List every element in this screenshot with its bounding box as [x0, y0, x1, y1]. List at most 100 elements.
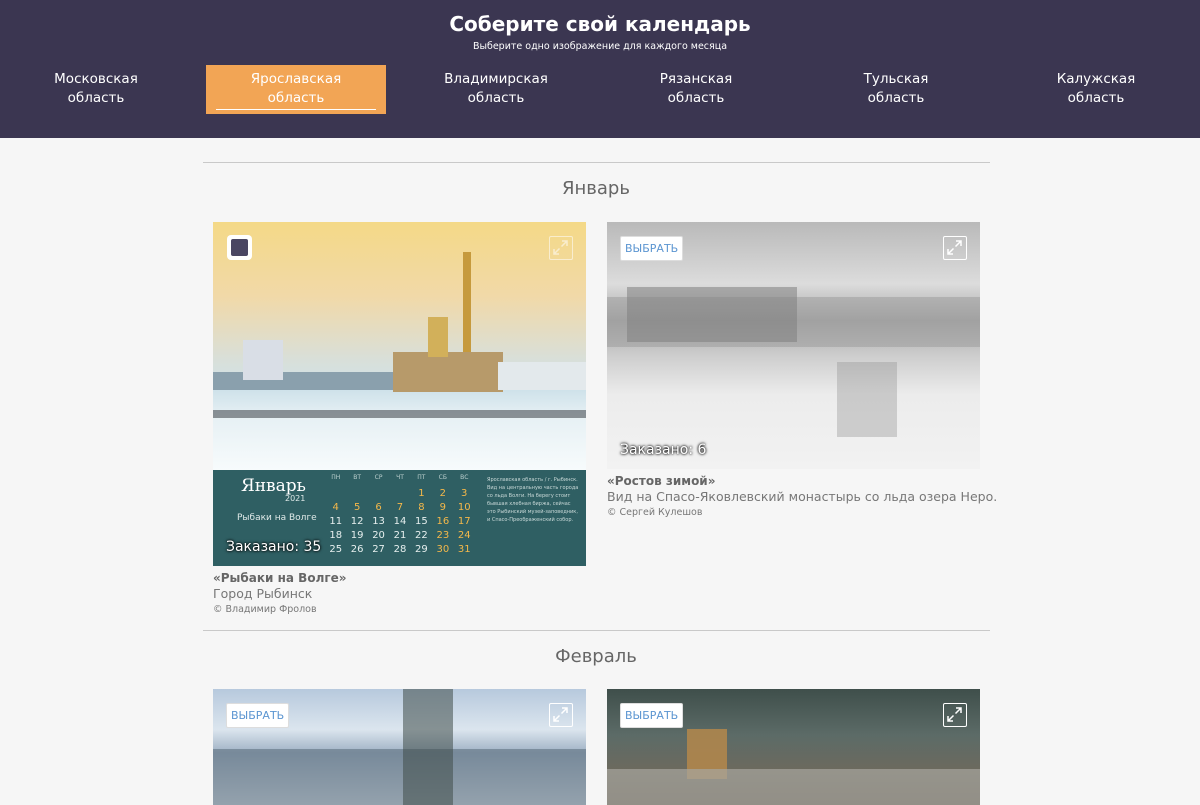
day: 29 — [415, 544, 428, 555]
expand-icon[interactable] — [549, 703, 573, 727]
pick-button[interactable]: ВЫБРАТЬ — [620, 236, 684, 261]
calendar-note: Ярославская область / г. Рыбинск. Вид на… — [487, 477, 579, 523]
section-divider — [203, 162, 990, 163]
page-title: Соберите свой календарь — [449, 12, 751, 36]
tab-vladimir-region[interactable]: Владимирская область — [406, 65, 586, 114]
photo-info-rostov: «Ростов зимой» Вид на Спасо-Яковлевский … — [607, 474, 997, 518]
tab-tula-region[interactable]: Тульская область — [806, 65, 986, 114]
selected-checkbox[interactable] — [227, 235, 252, 260]
calendar-week: 18 19 20 21 22 23 24 — [325, 530, 475, 544]
ordered-count: Заказано: 6 — [620, 442, 707, 458]
day: 8 — [418, 502, 425, 513]
calendar-month: Январь — [241, 476, 306, 496]
tab-kaluga-region[interactable]: Калужская область — [1006, 65, 1186, 114]
weekday: СР — [374, 474, 383, 481]
day: 22 — [415, 530, 428, 541]
day: 1 — [418, 488, 425, 499]
tab-label-line1: Калужская — [1056, 71, 1136, 87]
photo-info-rybaki: «Рыбаки на Волге» Город Рыбинск © Владим… — [213, 571, 347, 615]
section-divider — [203, 630, 990, 631]
calendar-week: 1 2 3 — [325, 488, 475, 502]
day — [389, 488, 410, 502]
day: 3 — [461, 488, 468, 499]
pick-button[interactable]: ВЫБРАТЬ — [226, 703, 290, 728]
photo-card-forest[interactable]: ВЫБРАТЬ — [213, 689, 586, 805]
day: 6 — [375, 502, 382, 513]
pick-button[interactable]: ВЫБРАТЬ — [620, 703, 684, 728]
day: 26 — [350, 544, 364, 555]
day: 13 — [372, 516, 385, 527]
calendar-week: 4 5 6 7 8 9 10 — [325, 502, 475, 516]
day: 27 — [372, 544, 385, 555]
day: 4 — [332, 502, 339, 513]
tab-label-line2: область — [667, 90, 725, 106]
calendar-year: 2021 — [285, 494, 306, 503]
tab-yaroslavl-region[interactable]: Ярославская область — [206, 65, 386, 114]
tab-label-line1: Тульская — [863, 71, 929, 87]
calendar-week: 25 26 27 28 29 30 31 — [325, 544, 475, 558]
weekday: ПТ — [417, 474, 426, 481]
day: 24 — [457, 530, 471, 541]
photo-card-rostov[interactable]: ВЫБРАТЬ Заказано: 6 — [607, 222, 980, 469]
weekday: ВТ — [353, 474, 362, 481]
day: 31 — [457, 544, 471, 555]
photo-title: «Рыбаки на Волге» — [213, 571, 347, 585]
day: 5 — [353, 502, 361, 513]
day: 17 — [457, 516, 471, 527]
expand-icon[interactable] — [943, 703, 967, 727]
tab-label-line2: область — [1067, 90, 1125, 106]
day — [368, 488, 389, 502]
day: 30 — [436, 544, 450, 555]
tab-label-line1: Владимирская — [444, 71, 548, 87]
day — [346, 488, 367, 502]
tab-moscow-region[interactable]: Московская область — [6, 65, 186, 114]
day: 28 — [393, 544, 407, 555]
day — [325, 488, 346, 502]
ordered-count: Заказано: 35 — [226, 539, 322, 555]
day: 12 — [350, 516, 364, 527]
day: 10 — [457, 502, 471, 513]
photo-credit: © Сергей Кулешов — [607, 507, 703, 518]
photo-card-monastery[interactable]: ВЫБРАТЬ — [607, 689, 980, 805]
day: 15 — [415, 516, 428, 527]
day: 23 — [436, 530, 450, 541]
day: 19 — [350, 530, 364, 541]
day: 20 — [372, 530, 385, 541]
weekday: СБ — [438, 474, 447, 481]
tab-label-line1: Ярославская — [250, 71, 342, 87]
month-heading-january: Январь — [562, 178, 630, 199]
day: 2 — [439, 488, 446, 499]
photo-card-rybaki[interactable]: Январь 2021 Рыбаки на Волге ПН ВТ СР ЧТ … — [213, 222, 586, 566]
calendar-grid: ПН ВТ СР ЧТ ПТ СБ ВС 1 2 3 4 5 6 7 8 9 1… — [325, 474, 475, 558]
photo-credit: © Владимир Фролов — [213, 604, 317, 615]
month-heading-february: Февраль — [555, 646, 637, 667]
day: 7 — [396, 502, 404, 513]
weekday: ВС — [460, 474, 469, 481]
region-tabs: Московская область Ярославская область В… — [0, 65, 1200, 114]
expand-icon[interactable] — [549, 236, 573, 260]
day: 21 — [393, 530, 407, 541]
calendar-weekdays: ПН ВТ СР ЧТ ПТ СБ ВС — [325, 474, 475, 488]
day: 9 — [439, 502, 446, 513]
tab-label-line2: область — [867, 90, 925, 106]
expand-icon[interactable] — [943, 236, 967, 260]
day: 18 — [329, 530, 343, 541]
day: 11 — [329, 516, 343, 527]
tab-label-line2: область — [467, 90, 525, 106]
day: 25 — [329, 544, 343, 555]
calendar-caption: Рыбаки на Волге — [237, 513, 317, 523]
photo-description: Город Рыбинск — [213, 586, 313, 601]
tab-label-line2: область — [67, 90, 125, 106]
photo-title: «Ростов зимой» — [607, 474, 716, 488]
checkbox-checked-mark — [231, 239, 248, 256]
day: 16 — [436, 516, 450, 527]
tab-label-line2: область — [267, 90, 325, 106]
photo-description: Вид на Спасо-Яковлевский монастырь со ль… — [607, 489, 998, 504]
weekday: ПН — [331, 474, 341, 481]
page-subtitle: Выберите одно изображение для каждого ме… — [472, 41, 728, 52]
tab-label-line1: Рязанская — [659, 71, 733, 87]
photo-rybaki-na-volge — [213, 222, 586, 470]
calendar-week: 11 12 13 14 15 16 17 — [325, 516, 475, 530]
day: 14 — [393, 516, 407, 527]
tab-ryazan-region[interactable]: Рязанская область — [606, 65, 786, 114]
